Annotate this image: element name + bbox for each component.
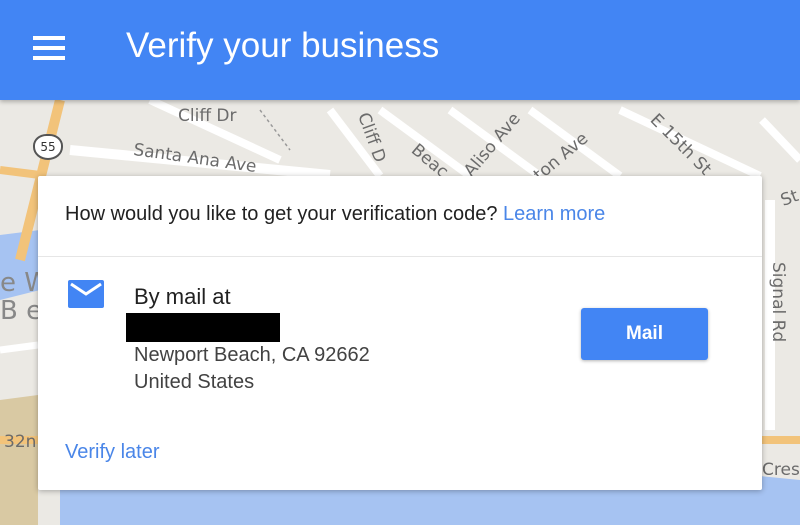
mail-envelope-icon (68, 280, 104, 308)
address-country-line: United States (134, 371, 255, 393)
page-title: Verify your business (126, 26, 440, 65)
mail-button[interactable]: Mail (581, 308, 708, 360)
question-text: How would you like to get your verificat… (65, 203, 498, 225)
verify-later-link[interactable]: Verify later (65, 441, 159, 464)
card-divider (38, 256, 762, 257)
learn-more-link[interactable]: Learn more (503, 203, 605, 225)
mail-option-title: By mail at (134, 284, 231, 309)
hamburger-menu-icon[interactable] (30, 30, 68, 68)
highway-55-shield-icon: 55 (33, 134, 63, 160)
map-label-cliff-dr: Cliff Dr (178, 106, 237, 126)
map-label-32n: 32n (4, 432, 37, 452)
redacted-street-address (126, 313, 280, 342)
app-bar: Verify your business (0, 0, 800, 100)
map-label-signal-rd: Signal Rd (768, 262, 788, 343)
map-label-crest: Crest (762, 460, 800, 480)
map-label-b-e: B e (0, 296, 43, 326)
verification-question: How would you like to get your verificat… (65, 203, 605, 226)
address-city-line: Newport Beach, CA 92662 (134, 344, 370, 366)
verification-card: How would you like to get your verificat… (38, 176, 762, 490)
